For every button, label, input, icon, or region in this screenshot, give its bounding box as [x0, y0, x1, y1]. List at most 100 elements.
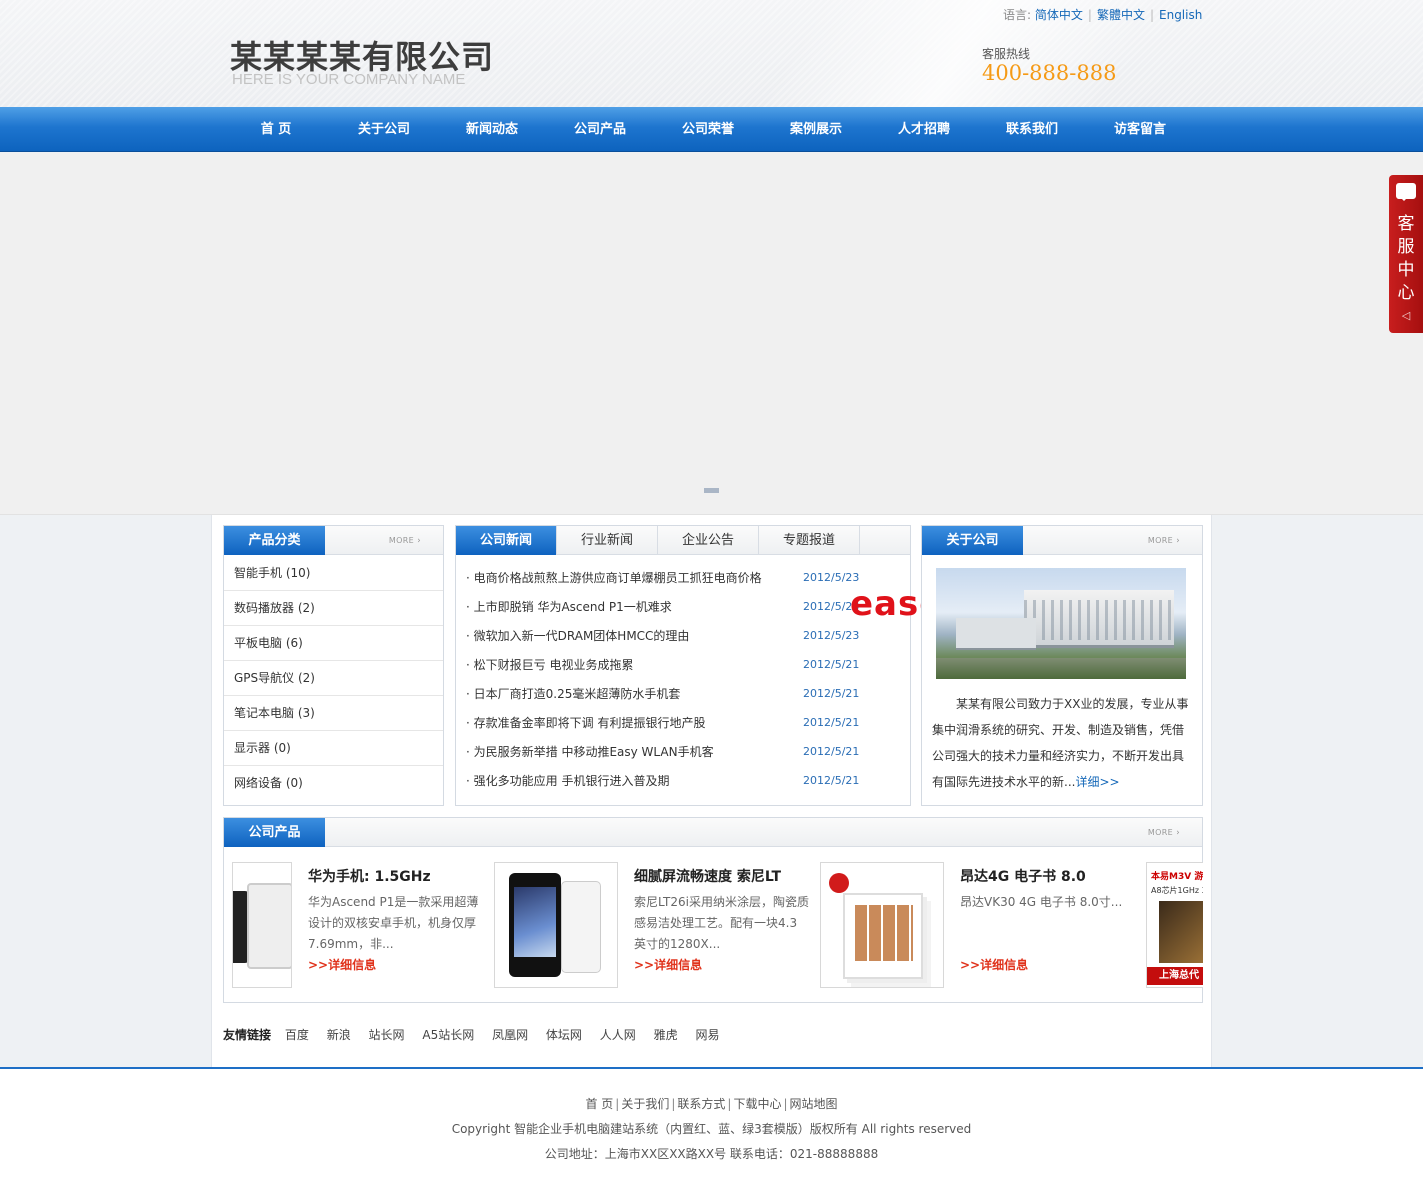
product-card[interactable]: 细腻屏流畅速度 索尼LT 索尼LT26i采用纳米涂层，陶瓷质感易洁处理工艺。配有…: [494, 862, 824, 988]
service-label-char: 服: [1397, 237, 1415, 257]
banner-slideshow: [0, 153, 1423, 515]
lang-traditional[interactable]: 繁體中文: [1097, 8, 1145, 22]
category-item[interactable]: 网络设备 (0): [224, 766, 443, 801]
news-date: 2012/5/23: [803, 629, 860, 642]
news-item[interactable]: 存款准备金率即将下调 有利提振银行地产股 2012/5/21: [466, 713, 896, 742]
service-label-char: 心: [1397, 283, 1415, 303]
friend-link[interactable]: 网易: [695, 1028, 719, 1042]
products-more-link[interactable]: MORE: [1148, 828, 1180, 838]
news-title[interactable]: 微软加入新一代DRAM团体HMCC的理由: [466, 626, 796, 646]
news-title[interactable]: 上市即脱销 华为Ascend P1一机难求: [466, 597, 796, 617]
footer-link-home[interactable]: 首 页: [585, 1097, 613, 1111]
news-title[interactable]: 电商价格战煎熬上游供应商订单爆棚员工抓狂电商价格: [466, 568, 796, 588]
tab-announcements[interactable]: 企业公告: [658, 526, 759, 555]
promo-screen: [1159, 901, 1203, 963]
collapse-arrow-icon[interactable]: ◁: [1389, 309, 1423, 322]
product-image[interactable]: [232, 862, 292, 988]
product-desc: 华为Ascend P1是一款采用超薄设计的双核安卓手机，机身仅厚7.69mm，非…: [308, 895, 479, 951]
news-item[interactable]: 日本厂商打造0.25毫米超薄防水手机套 2012/5/21: [466, 684, 896, 713]
panel-header: 公司产品 MORE: [224, 818, 1202, 847]
friend-link[interactable]: 雅虎: [654, 1028, 678, 1042]
friend-links: 友情链接 百度 新浪 站长网 A5站长网 凤凰网 体坛网 人人网 雅虎 网易: [223, 1026, 733, 1043]
nav-news[interactable]: 新闻动态: [438, 107, 546, 152]
tab-company-news[interactable]: 公司新闻: [456, 526, 557, 555]
product-name[interactable]: 昂达4G 电子书 8.0: [960, 866, 1086, 886]
news-item[interactable]: 电商价格战煎熬上游供应商订单爆棚员工抓狂电商价格2012/5/23: [466, 568, 896, 597]
language-switcher: 语言: 简体中文 | 繁體中文 | English: [1003, 6, 1202, 23]
category-item[interactable]: 数码播放器 (2): [224, 591, 443, 626]
product-image[interactable]: [820, 862, 944, 988]
news-item[interactable]: 为民服务新举措 中移动推Easy WLAN手机客 2012/5/21: [466, 742, 896, 771]
building-shape: [1024, 590, 1174, 648]
about-panel: 关于公司 MORE 某某有限公司致力于XX业的发展，专业从事集中润滑系统的研究、…: [921, 525, 1203, 806]
footer-address: 公司地址：上海市XX区XX路XX号 联系电话：021-88888888: [544, 1147, 879, 1161]
category-item[interactable]: 笔记本电脑 (3): [224, 696, 443, 731]
category-item[interactable]: 平板电脑 (6): [224, 626, 443, 661]
news-title[interactable]: 松下财报巨亏 电视业务成拖累: [466, 655, 796, 675]
nav-guestbook[interactable]: 访客留言: [1086, 107, 1194, 152]
friend-link[interactable]: 新浪: [327, 1028, 351, 1042]
slide-indicator[interactable]: [704, 488, 719, 493]
company-logo-slogan: HERE IS YOUR COMPANY NAME: [232, 71, 466, 88]
footer-link-sitemap[interactable]: 网站地图: [790, 1097, 838, 1111]
news-title[interactable]: 日本厂商打造0.25毫米超薄防水手机套: [466, 684, 796, 704]
tab-features[interactable]: 专题报道: [759, 526, 860, 555]
news-list: 电商价格战煎熬上游供应商订单爆棚员工抓狂电商价格2012/5/23 上市即脱销 …: [466, 568, 896, 800]
product-card[interactable]: 昂达4G 电子书 8.0 昂达VK30 4G 电子书 8.0寸... >>详细信…: [820, 862, 1150, 988]
category-item[interactable]: 智能手机 (10): [224, 556, 443, 591]
product-name[interactable]: 华为手机: 1.5GHz: [308, 866, 431, 886]
customer-service-tab[interactable]: 客 服 中 心 ◁: [1389, 175, 1423, 333]
product-detail-link[interactable]: >>详细信息: [308, 956, 376, 973]
about-detail-link[interactable]: 详细>>: [1075, 775, 1119, 789]
nav-home[interactable]: 首 页: [222, 107, 330, 152]
product-detail-link[interactable]: >>详细信息: [960, 956, 1028, 973]
product-detail-link[interactable]: >>详细信息: [634, 956, 702, 973]
news-title[interactable]: 强化多功能应用 手机银行进入普及期: [466, 771, 796, 791]
friend-link[interactable]: 凤凰网: [492, 1028, 528, 1042]
language-label: 语言:: [1003, 8, 1032, 22]
news-title[interactable]: 为民服务新举措 中移动推Easy WLAN手机客: [466, 742, 796, 762]
news-item[interactable]: 强化多功能应用 手机银行进入普及期 2012/5/21: [466, 771, 896, 800]
lang-separator: |: [1149, 8, 1154, 22]
category-item[interactable]: 显示器 (0): [224, 731, 443, 766]
friend-link[interactable]: A5站长网: [422, 1028, 474, 1042]
friend-link[interactable]: 体坛网: [546, 1028, 582, 1042]
nav-jobs[interactable]: 人才招聘: [870, 107, 978, 152]
lang-english[interactable]: English: [1159, 8, 1202, 22]
tab-industry-news[interactable]: 行业新闻: [557, 526, 658, 555]
product-image[interactable]: 本易M3V 游 A8芯片1GHz 3 上海总代: [1146, 862, 1203, 988]
footer-link-download[interactable]: 下载中心: [733, 1097, 781, 1111]
news-title[interactable]: 存款准备金率即将下调 有利提振银行地产股: [466, 713, 796, 733]
friend-link[interactable]: 百度: [285, 1028, 309, 1042]
friend-link[interactable]: 站长网: [369, 1028, 405, 1042]
news-item[interactable]: 上市即脱销 华为Ascend P1一机难求2012/5/23: [466, 597, 896, 626]
news-item[interactable]: 松下财报巨亏 电视业务成拖累 2012/5/21: [466, 655, 896, 684]
product-name[interactable]: 细腻屏流畅速度 索尼LT: [634, 866, 781, 886]
site-footer: 首 页 | 关于我们 | 联系方式 | 下载中心 | 网站地图 Copyright 智能企业手机…: [0, 1067, 1423, 1194]
nav-contact[interactable]: 联系我们: [978, 107, 1086, 152]
footer-link-about[interactable]: 关于我们: [621, 1097, 669, 1111]
footer-link-contact[interactable]: 联系方式: [677, 1097, 725, 1111]
service-label: 客 服 中 心: [1389, 213, 1423, 305]
about-more-link[interactable]: MORE: [1148, 536, 1180, 546]
nav-cases[interactable]: 案例展示: [762, 107, 870, 152]
category-item[interactable]: GPS导航仪 (2): [224, 661, 443, 696]
product-image[interactable]: [494, 862, 618, 988]
main-content: 产品分类 MORE 智能手机 (10) 数码播放器 (2) 平板电脑 (6) G…: [211, 515, 1212, 1067]
lang-simplified[interactable]: 简体中文: [1035, 8, 1083, 22]
product-card[interactable]: 华为手机: 1.5GHz 华为Ascend P1是一款采用超薄设计的双核安卓手机…: [154, 862, 484, 988]
category-more-link[interactable]: MORE: [389, 536, 421, 546]
nav-honors[interactable]: 公司荣誉: [654, 107, 762, 152]
friend-link[interactable]: 人人网: [600, 1028, 636, 1042]
products-title: 公司产品: [224, 818, 325, 847]
products-panel: 公司产品 MORE 华为手机: 1.5GHz 华为Ascend P1是一款采用超…: [223, 817, 1203, 1003]
nav-about[interactable]: 关于公司: [330, 107, 438, 152]
lawn-shape: [936, 658, 1186, 679]
news-item[interactable]: 微软加入新一代DRAM团体HMCC的理由 2012/5/23: [466, 626, 896, 655]
hotline-label: 客服热线: [982, 47, 1031, 61]
footer-copyright: Copyright 智能企业手机电脑建站系统（内置红、蓝、绿3套模版）版权所有 …: [451, 1122, 972, 1136]
promo-line: 本易M3V 游: [1151, 872, 1203, 882]
site-header: 某某某某有限公司 HERE IS YOUR COMPANY NAME 语言: 简…: [0, 0, 1423, 107]
product-card[interactable]: 本易M3V 游 A8芯片1GHz 3 上海总代: [1146, 862, 1203, 988]
nav-products[interactable]: 公司产品: [546, 107, 654, 152]
